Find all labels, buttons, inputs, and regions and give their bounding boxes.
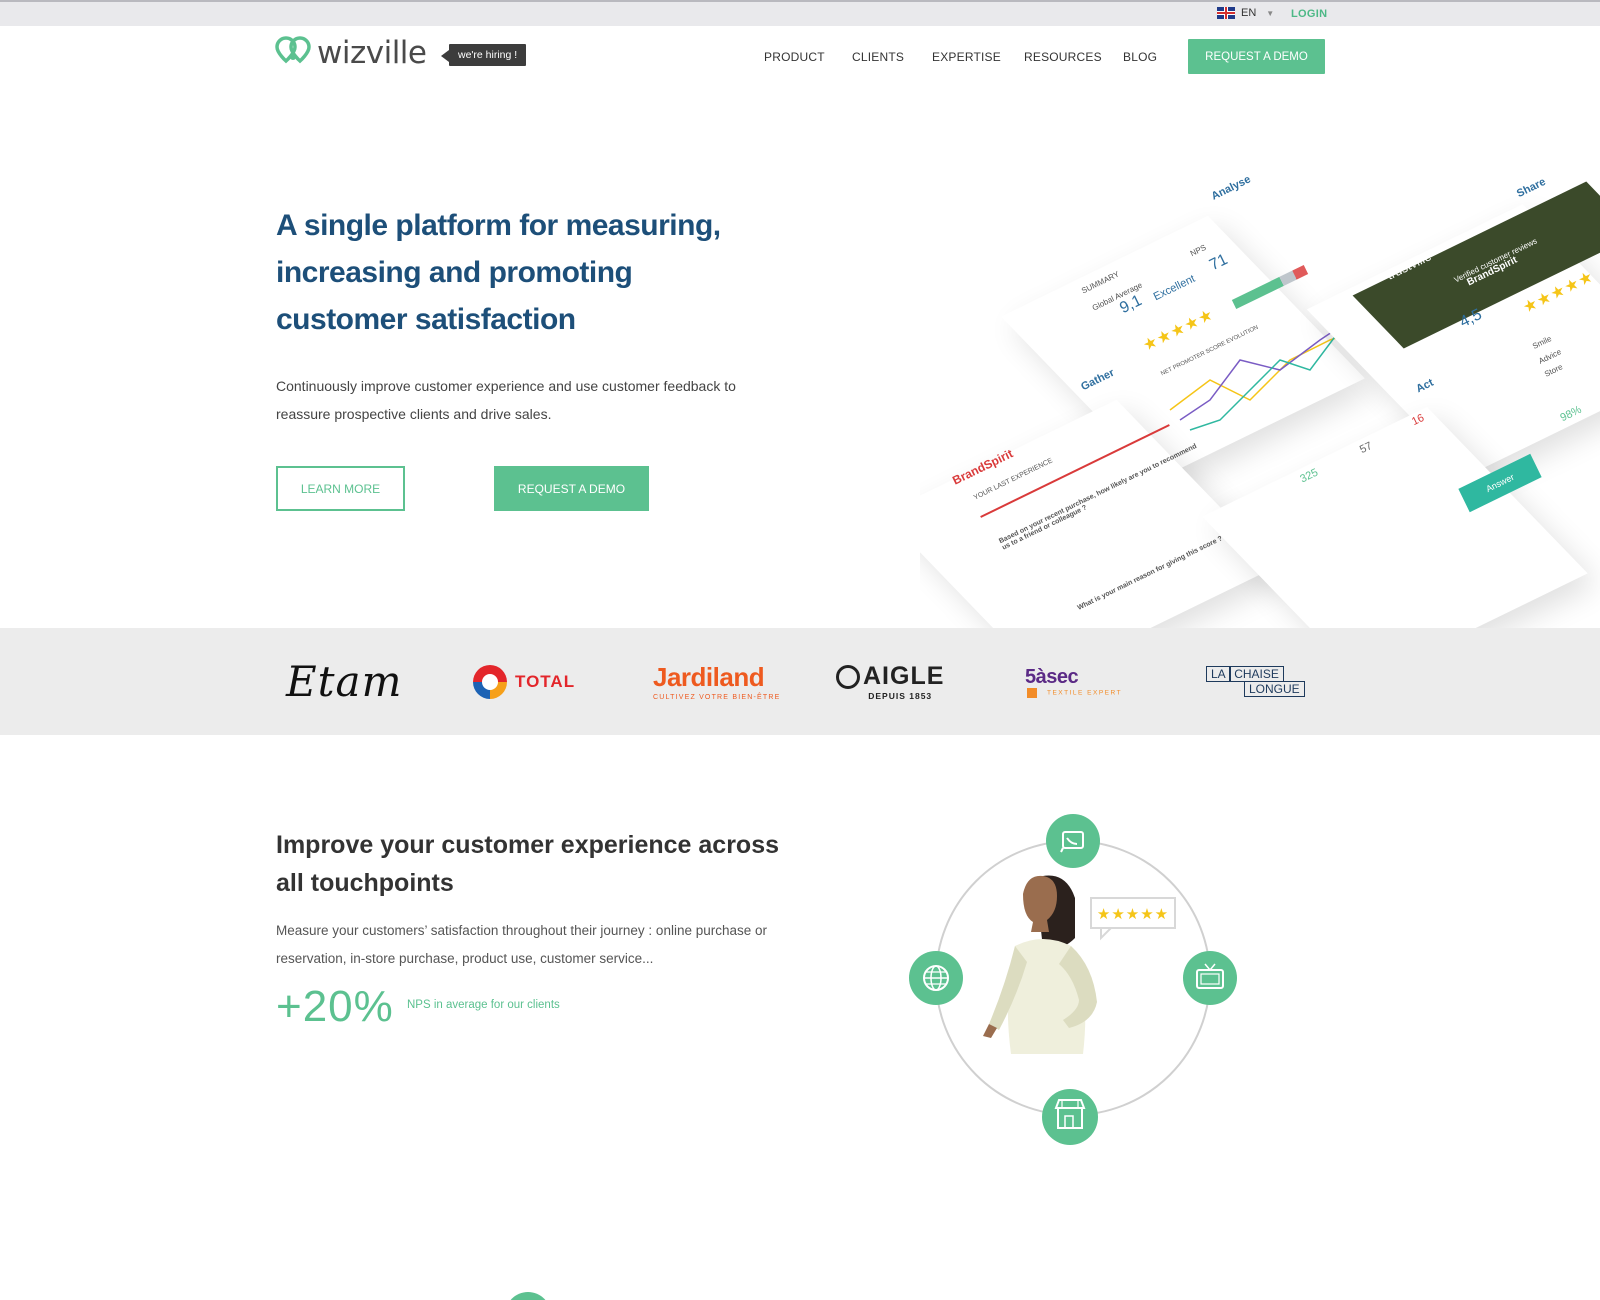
chaise-longue: LONGUE	[1244, 680, 1305, 697]
nps-stat-label: NPS in average for our clients	[407, 999, 560, 1011]
touchpoints-illustration: ★★★★★	[909, 814, 1237, 1145]
fivesec-tagline: TEXTILE EXPERT	[1047, 689, 1123, 697]
uk-flag-icon	[1217, 7, 1235, 19]
tv-icon	[1183, 951, 1237, 1005]
aigle-tagline: DEPUIS 1853	[868, 691, 933, 701]
store-icon	[1042, 1089, 1098, 1145]
customer-figure	[983, 875, 1097, 1054]
login-link[interactable]: LOGIN	[1291, 8, 1327, 20]
request-demo-button[interactable]: REQUEST A DEMO	[1188, 39, 1325, 74]
features-title: Improve your customer experience across …	[276, 831, 780, 897]
main-nav: PRODUCT CLIENTS EXPERTISE RESOURCES BLOG	[0, 50, 1600, 66]
nps-stat-value: +20%	[276, 982, 394, 1031]
next-section-icon	[505, 1292, 551, 1300]
language-label: EN	[1241, 7, 1257, 19]
chaise-la: LA	[1206, 666, 1231, 683]
fivesec-text: 5àsec	[1025, 665, 1079, 688]
aigle-logo: AIGLE DEPUIS 1853	[836, 628, 944, 735]
globe-icon	[909, 951, 963, 1005]
features-subtitle: Measure your customers’ satisfaction thr…	[276, 923, 768, 966]
client-logos-band: Etam TOTAL Jardiland CULTIVEZ VOTRE BIEN…	[0, 628, 1600, 735]
nav-product[interactable]: PRODUCT	[764, 50, 825, 64]
hero-title: A single platform for measuring, increas…	[276, 209, 721, 336]
aigle-eagle-icon	[836, 664, 860, 689]
nav-blog[interactable]: BLOG	[1123, 50, 1157, 64]
la-chaise-longue-logo: LA CHAISE LONGUE	[1206, 628, 1305, 735]
total-logo: TOTAL	[473, 628, 575, 735]
etam-logo: Etam	[286, 657, 403, 706]
learn-more-button[interactable]: LEARN MORE	[276, 466, 405, 511]
total-ball-icon	[473, 664, 507, 699]
product-mockup: Analyse SUMMARY Global Average 9,1 Excel…	[920, 170, 1600, 628]
total-text: TOTAL	[515, 671, 576, 691]
jardiland-text: Jardiland	[653, 662, 765, 692]
fivesec-logo: 5àsec TEXTILE EXPERT	[1025, 628, 1122, 735]
share-label: Share	[1514, 175, 1548, 201]
nav-clients[interactable]: CLIENTS	[852, 50, 904, 64]
nav-expertise[interactable]: EXPERTISE	[932, 50, 1001, 64]
jardiland-tagline: CULTIVEZ VOTRE BIEN-ÊTRE	[653, 694, 781, 701]
nav-resources[interactable]: RESOURCES	[1024, 50, 1102, 64]
analyse-label: Analyse	[1209, 173, 1253, 203]
hero-request-demo-button[interactable]: REQUEST A DEMO	[494, 466, 649, 511]
hero-subtitle: Continuously improve customer experience…	[276, 378, 736, 422]
top-utility-bar: EN ▼ LOGIN	[0, 0, 1600, 26]
language-selector[interactable]: EN ▼	[1217, 7, 1274, 19]
rating-bubble: ★★★★★	[1090, 897, 1176, 941]
chevron-down-icon: ▼	[1266, 8, 1275, 18]
phone-icon	[1046, 814, 1100, 868]
aigle-text: AIGLE	[863, 662, 945, 690]
jardiland-logo: Jardiland CULTIVEZ VOTRE BIEN-ÊTRE	[653, 628, 780, 735]
svg-text:★★★★★: ★★★★★	[1097, 905, 1169, 923]
